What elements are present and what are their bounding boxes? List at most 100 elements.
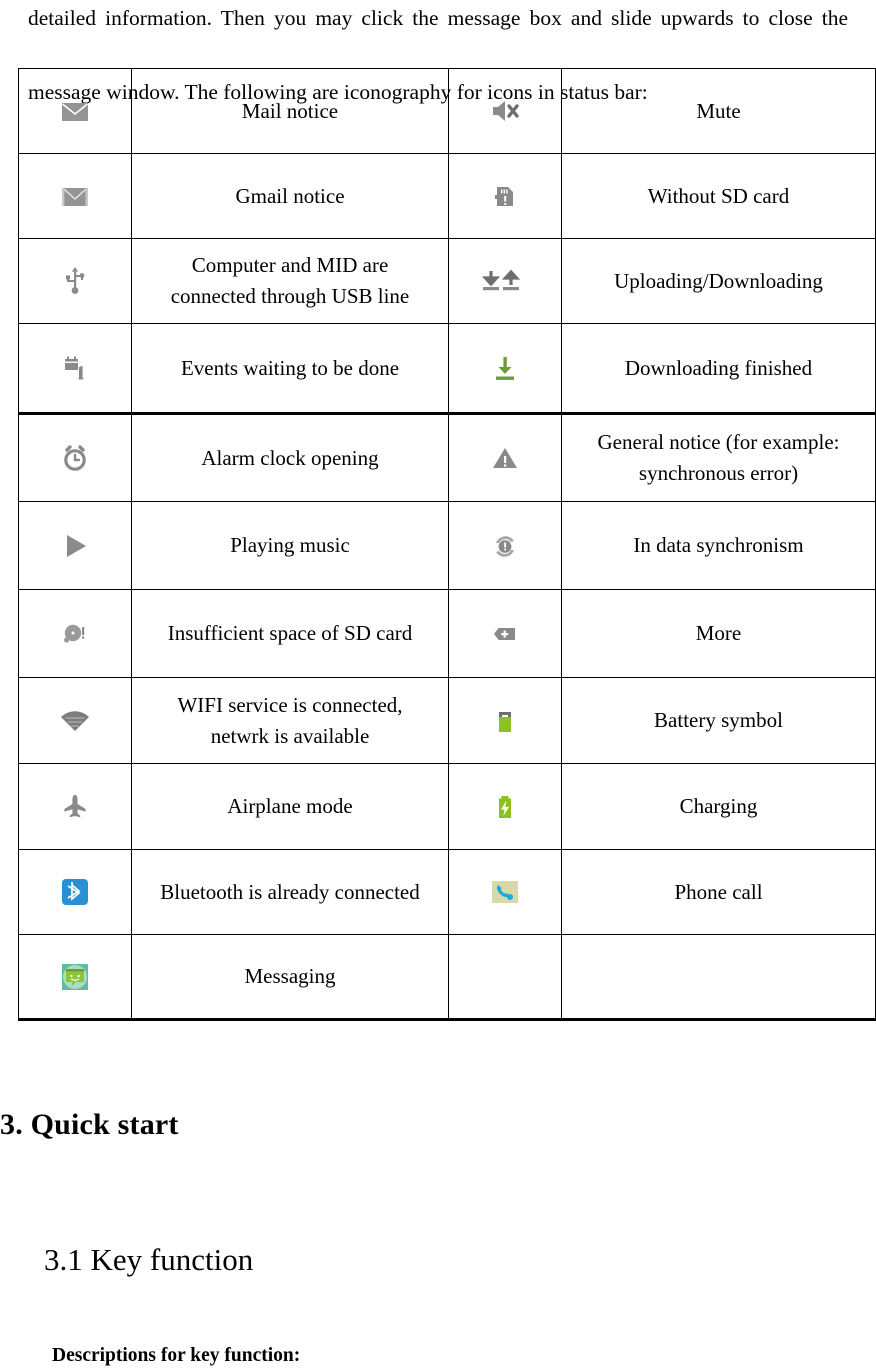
table-row: Mail notice Mute xyxy=(18,68,876,154)
airplane-icon xyxy=(54,786,96,828)
icon-cell-mail xyxy=(18,68,132,154)
table-row: Computer and MID are connected through U… xyxy=(18,238,876,324)
icon-cell-events xyxy=(18,323,132,415)
label-cell-mail: Mail notice xyxy=(131,68,449,154)
download-complete-icon xyxy=(484,347,526,389)
row-label: Mail notice xyxy=(241,98,339,123)
label-cell-events: Events waiting to be done xyxy=(131,323,449,415)
row-label-line-2: connected through USB line xyxy=(170,284,410,308)
row-label xyxy=(562,973,875,981)
play-music-icon xyxy=(54,525,96,567)
row-label-line-2: netwrk is available xyxy=(210,723,370,748)
subsection-heading-key-function: 3.1 Key function xyxy=(44,1242,254,1277)
table-row: WIFI service is connected, netwrk is ava… xyxy=(18,677,876,764)
label-cell-upload-download: Uploading/Downloading xyxy=(561,238,876,324)
label-cell-phone: Phone call xyxy=(561,849,876,935)
icon-cell-bluetooth xyxy=(18,849,132,935)
row-label-line-1: Computer and MID are xyxy=(191,253,389,277)
sd-card-full-icon xyxy=(54,613,96,655)
upload-download-arrows-icon xyxy=(477,260,533,302)
label-cell-sync: In data synchronism xyxy=(561,501,876,590)
bluetooth-icon xyxy=(54,871,96,913)
row-label: Uploading/Downloading xyxy=(614,268,823,293)
table-row: Bluetooth is already connected Phone cal… xyxy=(18,849,876,935)
label-cell-usb: Computer and MID are connected through U… xyxy=(131,238,449,324)
label-cell-more: More xyxy=(561,589,876,678)
icon-cell-usb xyxy=(18,238,132,324)
sync-icon xyxy=(484,525,526,567)
warning-triangle-icon xyxy=(484,437,526,479)
row-label: Without SD card xyxy=(647,183,790,208)
messaging-icon xyxy=(54,956,96,998)
descriptions-heading: Descriptions for key function: xyxy=(52,1345,301,1366)
row-label: Playing music xyxy=(230,533,350,557)
label-cell-gmail: Gmail notice xyxy=(131,153,449,239)
label-cell-play: Playing music xyxy=(131,501,449,590)
sd-card-missing-icon xyxy=(484,175,526,217)
intro-line-1: detailed information. Then you may click… xyxy=(28,6,848,30)
icon-cell-upload-download xyxy=(448,238,562,324)
label-cell-airplane: Airplane mode xyxy=(131,763,449,850)
label-cell-warning: General notice (for example: synchronous… xyxy=(561,413,876,502)
label-cell-messaging: Messaging xyxy=(131,934,449,1021)
icon-cell-charging xyxy=(448,763,562,850)
status-bar-icon-table: Mail notice Mute Gmail notice Without SD… xyxy=(18,68,876,1021)
row-label: Airplane mode xyxy=(227,794,353,818)
label-cell-empty xyxy=(561,934,876,1021)
more-plus-icon xyxy=(484,613,526,655)
table-row: Insufficient space of SD card More xyxy=(18,589,876,678)
row-label: Mute xyxy=(696,98,741,123)
icon-cell-sd-missing xyxy=(448,153,562,239)
row-label: Phone call xyxy=(674,879,763,904)
table-row: Alarm clock opening General notice (for … xyxy=(18,413,876,502)
row-label: Alarm clock opening xyxy=(201,445,379,470)
icon-cell-messaging xyxy=(18,934,132,1021)
row-label: In data synchronism xyxy=(633,533,804,557)
row-label: Insufficient space of SD card xyxy=(167,621,413,645)
label-cell-battery: Battery symbol xyxy=(561,677,876,764)
label-cell-wifi: WIFI service is connected, netwrk is ava… xyxy=(131,677,449,764)
gmail-envelope-icon xyxy=(54,175,96,217)
icon-cell-sd-full xyxy=(18,589,132,678)
label-cell-download-finished: Downloading finished xyxy=(561,323,876,415)
label-cell-sd-full: Insufficient space of SD card xyxy=(131,589,449,678)
icon-cell-gmail xyxy=(18,153,132,239)
usb-icon xyxy=(54,260,96,302)
battery-icon xyxy=(484,700,526,742)
icon-cell-battery xyxy=(448,677,562,764)
icon-cell-phone xyxy=(448,849,562,935)
icon-cell-wifi xyxy=(18,677,132,764)
row-label: Downloading finished xyxy=(624,355,813,380)
table-row: Events waiting to be done Downloading fi… xyxy=(18,323,876,415)
label-cell-alarm: Alarm clock opening xyxy=(131,413,449,502)
icon-cell-airplane xyxy=(18,763,132,850)
label-cell-mute: Mute xyxy=(561,68,876,154)
wifi-icon xyxy=(54,700,96,742)
label-cell-sd-missing: Without SD card xyxy=(561,153,876,239)
row-label-line-1: WIFI service is connected, xyxy=(177,692,403,717)
icon-cell-warning xyxy=(448,413,562,502)
icon-cell-more xyxy=(448,589,562,678)
row-icon-empty xyxy=(449,973,561,981)
row-label: Battery symbol xyxy=(654,708,783,732)
row-label-line-2: synchronous error) xyxy=(638,461,799,485)
table-row: Airplane mode Charging xyxy=(18,763,876,850)
icon-cell-sync xyxy=(448,501,562,590)
row-label-line-1: General notice (for example: xyxy=(597,430,840,454)
calendar-event-icon xyxy=(54,347,96,389)
row-label: Bluetooth is already connected xyxy=(160,879,420,904)
table-row: Playing music In data synchronism xyxy=(18,501,876,590)
icon-cell-alarm xyxy=(18,413,132,502)
table-row: Messaging xyxy=(18,934,876,1021)
mail-envelope-icon xyxy=(54,90,96,132)
battery-charging-icon xyxy=(484,786,526,828)
mute-speaker-icon xyxy=(484,90,526,132)
alarm-clock-icon xyxy=(54,437,96,479)
icon-cell-mute xyxy=(448,68,562,154)
icon-cell-play xyxy=(18,501,132,590)
row-label: Events waiting to be done xyxy=(180,355,400,380)
icon-cell-download-finished xyxy=(448,323,562,415)
label-cell-bluetooth: Bluetooth is already connected xyxy=(131,849,449,935)
table-row: Gmail notice Without SD card xyxy=(18,153,876,239)
section-heading-quick-start: 3. Quick start xyxy=(0,1108,179,1141)
